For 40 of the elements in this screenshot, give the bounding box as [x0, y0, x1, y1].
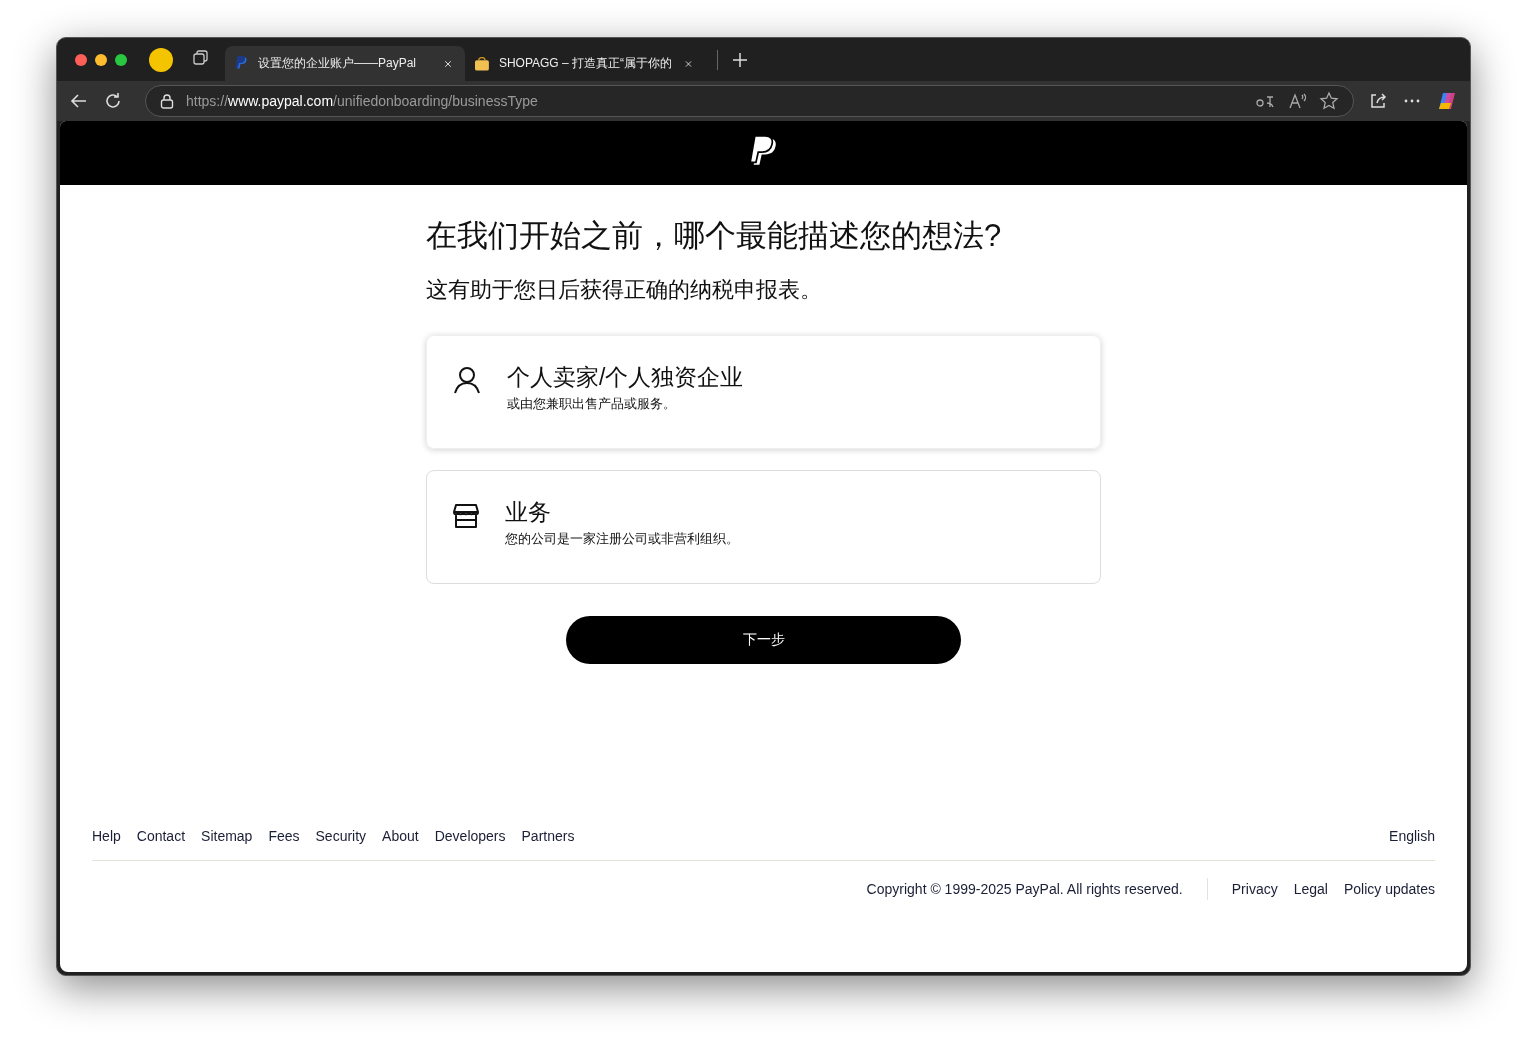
address-bar[interactable]: https://www.paypal.com/unifiedonboarding/businessType — [145, 85, 1354, 117]
footer-link[interactable]: Partners — [521, 828, 575, 844]
browser-tab[interactable]: 设置您的企业账户——PayPal — [225, 46, 465, 81]
footer-link[interactable]: Fees — [268, 828, 300, 844]
close-window-button[interactable] — [75, 53, 87, 66]
maximize-window-button[interactable] — [115, 53, 127, 66]
paypal-logo-icon — [235, 56, 248, 71]
page-title: 在我们开始之前，哪个最能描述您的想法? — [426, 217, 1003, 255]
option-description: 或由您兼职出售产品或服务。 — [507, 395, 677, 413]
refresh-icon[interactable] — [103, 91, 123, 111]
footer-link[interactable]: Legal — [1293, 881, 1328, 897]
next-button[interactable]: 下一步 — [566, 616, 961, 664]
footer-link[interactable]: Policy updates — [1343, 881, 1435, 897]
tab-actions-icon[interactable] — [191, 47, 211, 68]
footer-link[interactable]: Developers — [434, 828, 506, 844]
star-icon[interactable] — [1319, 91, 1339, 111]
storefront-icon — [453, 503, 479, 529]
footer-link[interactable]: Help — [92, 828, 121, 844]
person-icon — [453, 366, 481, 394]
option-description: 您的公司是一家注册公司或非营利组织。 — [505, 530, 739, 548]
profile-avatar[interactable] — [149, 47, 173, 72]
option-title: 业务 — [505, 498, 552, 527]
option-title: 个人卖家/个人独资企业 — [507, 363, 744, 392]
footer-link[interactable]: Security — [315, 828, 367, 844]
minimize-window-button[interactable] — [95, 53, 107, 66]
lock-icon — [160, 93, 174, 109]
footer-link[interactable]: Privacy — [1231, 881, 1278, 897]
copilot-icon[interactable] — [1436, 91, 1458, 111]
footer-link[interactable]: Sitemap — [201, 828, 253, 844]
footer-link[interactable]: About — [382, 828, 419, 844]
browser-tab[interactable]: SHOPAGG – 打造真正“属于你的 — [465, 46, 705, 81]
footer-link[interactable]: Contact — [136, 828, 186, 844]
page-subtitle: 这有助于您日后获得正确的纳税申报表。 — [426, 276, 823, 304]
shopping-bag-icon — [475, 56, 489, 71]
language-link[interactable]: English — [1389, 828, 1435, 844]
option-card[interactable]: 个人卖家/个人独资企业 或由您兼职出售产品或服务。 — [426, 335, 1101, 449]
option-card[interactable]: 业务 您的公司是一家注册公司或非营利组织。 — [426, 470, 1101, 584]
copyright-text: Copyright © 1999-2025 PayPal. All rights reserved. — [866, 881, 1183, 897]
share-icon[interactable] — [1368, 91, 1388, 111]
read-aloud-icon[interactable] — [1287, 91, 1307, 111]
